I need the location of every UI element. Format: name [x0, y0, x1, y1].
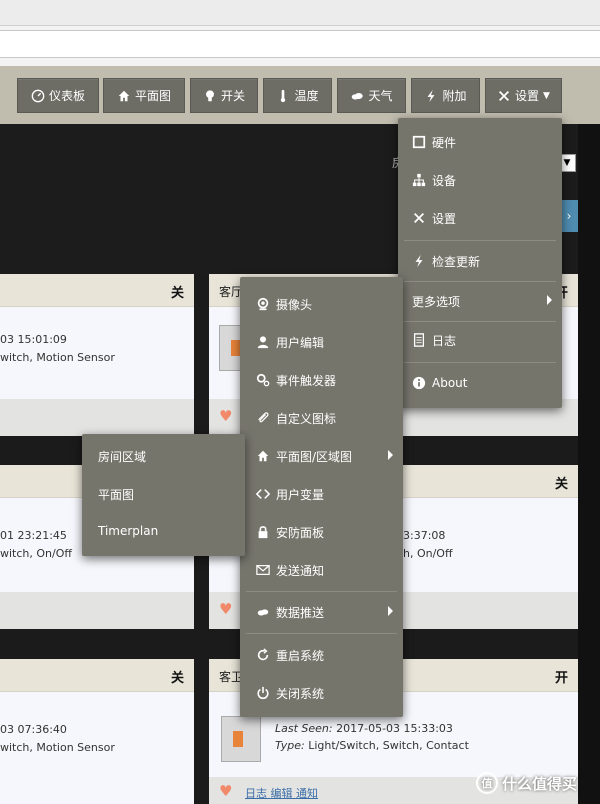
sitemap-icon	[412, 173, 426, 187]
camera-icon	[257, 297, 269, 311]
favorite-heart-icon[interactable]: ♥	[219, 407, 232, 425]
bulb-icon	[206, 89, 214, 101]
nav-floorplan-button[interactable]: 平面图	[103, 78, 185, 113]
device-card: 关 03 15:01:09 witch, Motion Sensor	[0, 274, 194, 436]
menu-item-more-options[interactable]: 更多选项	[398, 282, 562, 320]
device-state[interactable]: 关	[171, 667, 184, 686]
menu-item-about[interactable]: About	[398, 364, 562, 402]
menu-item-user-edit[interactable]: 用户编辑	[240, 323, 403, 361]
menu-divider	[404, 240, 556, 241]
nav-dashboard-button[interactable]: 仪表板	[17, 78, 99, 113]
paperclip-icon	[258, 412, 269, 423]
address-bar[interactable]	[0, 30, 600, 58]
menu-item-log[interactable]: 日志	[398, 321, 562, 359]
menu-item-shutdown-system[interactable]: 关闭系统	[240, 674, 403, 712]
dashboard-icon	[31, 89, 45, 102]
more-options-submenu: 摄像头 用户编辑 事件触发器 自定义图标 平面图/区域图 用户变量 安防面板 发…	[240, 277, 403, 717]
menu-divider	[246, 591, 397, 592]
info-icon	[412, 376, 426, 390]
menu-divider	[404, 362, 556, 363]
browser-chrome	[0, 0, 600, 66]
top-navbar: 仪表板 平面图 开关 温度 天气 附加 设置 ▼	[0, 66, 600, 124]
floorplan-submenu: 房间区域 平面图 Timerplan	[82, 434, 245, 556]
caret-down-icon: ▼	[543, 90, 550, 101]
envelope-icon	[256, 565, 270, 575]
home-icon	[257, 450, 269, 462]
favorite-heart-icon[interactable]: ♥	[219, 600, 232, 618]
menu-item-hardware[interactable]: 硬件	[398, 123, 562, 161]
watermark-logo: 值	[476, 772, 498, 794]
cloud-icon	[352, 92, 364, 99]
menu-item-data-push[interactable]: 数据推送	[240, 593, 403, 631]
menu-item-camera[interactable]: 摄像头	[240, 285, 403, 323]
menu-divider	[246, 633, 397, 634]
bolt-icon	[415, 254, 423, 268]
wrench-icon	[414, 213, 424, 223]
lock-icon	[258, 526, 268, 539]
submenu-arrow-icon	[388, 606, 393, 616]
code-icon	[256, 489, 270, 499]
hardware-icon	[412, 135, 426, 149]
nav-extras-button[interactable]: 附加	[411, 78, 480, 113]
nav-switches-button[interactable]: 开关	[190, 78, 258, 113]
device-state[interactable]: 关	[171, 282, 184, 301]
device-state[interactable]: 关	[555, 473, 568, 492]
gears-icon	[256, 373, 270, 387]
menu-item-send-notification[interactable]: 发送通知	[240, 551, 403, 589]
menu-item-restart-system[interactable]: 重启系统	[240, 636, 403, 674]
menu-item-floorplan-area[interactable]: 平面图/区域图	[240, 437, 403, 475]
device-card: 关 03 07:36:40 witch, Motion Sensor	[0, 659, 194, 804]
home-icon	[118, 90, 130, 101]
user-icon	[257, 336, 269, 349]
submenu-arrow-icon	[388, 450, 393, 460]
menu-item-room-area[interactable]: 房间区域	[82, 437, 245, 475]
browser-tab-bar	[0, 0, 600, 26]
nav-settings-button[interactable]: 设置 ▼	[485, 78, 562, 113]
menu-item-devices[interactable]: 设备	[398, 161, 562, 199]
settings-dropdown-menu: 硬件 设备 设置 检查更新 更多选项 日志 About	[398, 118, 562, 408]
favorite-heart-icon[interactable]: ♥	[219, 782, 232, 800]
wrench-icon	[499, 90, 510, 101]
device-icon[interactable]	[221, 716, 261, 762]
device-state[interactable]: 开	[555, 667, 568, 686]
nav-temperature-button[interactable]: 温度	[263, 78, 332, 113]
submenu-arrow-icon	[547, 295, 552, 305]
bolt-icon	[427, 89, 435, 102]
power-icon	[257, 686, 269, 700]
scrollbar-track[interactable]	[578, 124, 600, 804]
menu-item-security-panel[interactable]: 安防面板	[240, 513, 403, 551]
next-button[interactable]: ›	[560, 200, 578, 232]
menu-item-timerplan[interactable]: Timerplan	[82, 512, 245, 550]
menu-item-floorplan[interactable]: 平面图	[82, 475, 245, 513]
cloud-arrow-icon	[257, 609, 269, 616]
menu-item-custom-icons[interactable]: 自定义图标	[240, 399, 403, 437]
menu-item-user-variables[interactable]: 用户变量	[240, 475, 403, 513]
nav-weather-button[interactable]: 天气	[337, 78, 406, 113]
menu-item-event-triggers[interactable]: 事件触发器	[240, 361, 403, 399]
device-action-links[interactable]: 日志 编辑 通知	[245, 785, 318, 801]
menu-item-check-update[interactable]: 检查更新	[398, 242, 562, 280]
watermark: 值 什么值得买	[476, 772, 577, 794]
log-icon	[413, 333, 425, 347]
thermometer-icon	[281, 89, 286, 102]
menu-item-settings[interactable]: 设置	[398, 199, 562, 237]
refresh-icon	[257, 648, 269, 661]
